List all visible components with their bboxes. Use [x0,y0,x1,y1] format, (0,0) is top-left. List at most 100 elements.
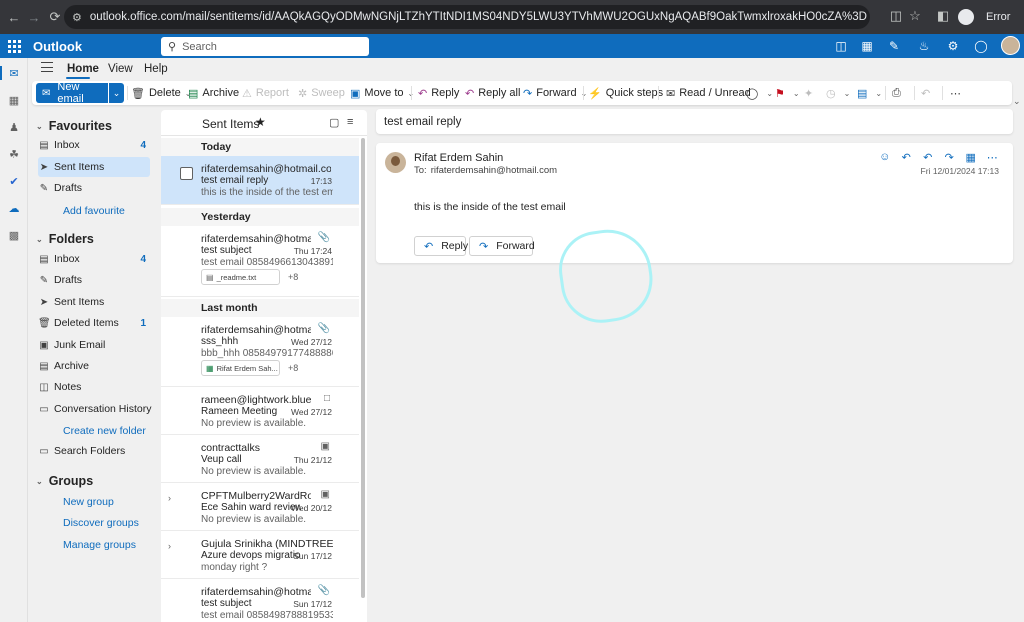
folder-sent-items[interactable]: ➤ Sent Items [38,292,150,312]
mail-item[interactable]: › CPFTMulberry2WardRounds ▣ Ece Sahin wa… [161,483,359,531]
app-launcher-icon[interactable] [6,38,22,54]
bookmark-star-icon[interactable]: ☆ [905,6,925,26]
rules-button[interactable]: ▤ ⌄ [857,85,882,101]
mail-item[interactable]: rifaterdemsahin@hotmail.co... 📎 sss_hhh … [161,317,359,387]
tab-view[interactable]: View [108,63,133,75]
favourite-sent-items[interactable]: ➤ Sent Items [38,157,150,177]
chevron-right-icon[interactable]: › [168,541,171,551]
calendar-icon[interactable]: ▦ [5,91,23,109]
chevron-down-icon[interactable]: ⌄ [875,89,882,98]
filter-icon[interactable]: ≡ [347,116,353,128]
new-group-link[interactable]: New group [63,496,114,508]
folder-inbox[interactable]: ▤ Inbox 4 [38,249,150,269]
user-avatar[interactable] [1001,36,1020,55]
todo-check-icon[interactable]: ✔ [5,172,23,190]
people-icon[interactable]: ♟ [5,118,23,136]
quick-steps-button[interactable]: ⚡ Quick steps ⌄ [588,85,674,101]
mail-item[interactable]: rifaterdemsahin@hotmail.co... 📎 test sub… [161,226,359,297]
pin-button[interactable]: ✦ [804,85,817,101]
more-apps-icon[interactable]: ▩ [5,226,23,244]
favourite-star-icon[interactable]: ★ [255,115,266,129]
search-input[interactable]: ⚲ Search [161,37,369,56]
new-email-dropdown[interactable]: ⌄ [109,83,124,103]
mail-item[interactable]: rameen@lightwork.blue □ Rameen Meeting W… [161,387,359,435]
folder-drafts[interactable]: ✎ Drafts [38,270,150,290]
ribbon-expand-chevron-icon[interactable]: ⌄ [1013,96,1021,107]
add-favourite-link[interactable]: Add favourite [63,205,125,217]
reload-icon[interactable]: ⟳ [44,6,66,28]
reply-arrow-icon[interactable]: ↶ [896,149,918,165]
chevron-down-icon[interactable]: ⌄ [844,89,851,98]
folder-archive[interactable]: ▤ Archive [38,356,150,376]
emoji-reaction-icon[interactable]: ☺ [874,149,896,165]
back-icon[interactable]: ← [3,6,25,28]
meet-now-icon[interactable]: ◫ [833,38,849,54]
select-icon[interactable]: ▢ [329,116,339,129]
message-list-scrollbar[interactable] [361,138,365,598]
read-unread-button[interactable]: ✉ Read / Unread [666,85,751,101]
sender-name[interactable]: Rifat Erdem Sahin [414,152,503,164]
app-title[interactable]: Outlook [33,39,82,54]
favourite-drafts[interactable]: ✎ Drafts [38,178,150,198]
attachment-chip[interactable]: ▤ _readme.txt [201,269,280,285]
search-folders[interactable]: ▭ Search Folders [38,441,150,461]
archive-button[interactable]: ▤ Archive [188,85,239,101]
chevron-down-icon[interactable]: ⌄ [766,89,773,98]
create-folder-link[interactable]: Create new folder [63,425,146,437]
apps-grid-icon[interactable]: ▦ [960,149,982,165]
groups-header[interactable]: ⌄ Groups [36,474,93,488]
manage-groups-link[interactable]: Manage groups [63,539,136,551]
sender-avatar[interactable] [385,152,406,173]
settings-gear-icon[interactable]: ⚙ [945,38,961,54]
reply-all-icon[interactable]: ↶ [917,149,939,165]
onedrive-cloud-icon[interactable]: ☁ [5,199,23,217]
snooze-button[interactable]: ◷ ⌄ [826,85,850,101]
new-email-button[interactable]: ✉ New email [36,81,108,105]
my-day-icon[interactable]: ✎ [886,38,902,54]
move-to-button[interactable]: ▣ Move to ⌄ [350,85,414,101]
select-checkbox[interactable] [180,167,193,180]
browser-profile-icon[interactable] [958,9,974,25]
attachment-chip[interactable]: ▦ Rifat Erdem Sah... [201,360,280,376]
undo-button[interactable]: ↶ [921,85,934,101]
chevron-right-icon[interactable]: › [168,493,171,503]
delete-button[interactable]: 🗑 Delete ⌄ [131,85,191,101]
folder-conversation-history[interactable]: ▭ Conversation History [38,399,156,419]
report-button[interactable]: ⚠ Report [242,85,289,101]
groups-icon[interactable]: ☘ [5,145,23,163]
mail-item[interactable]: › Gujula Srinikha (MINDTREE LIMIT... Azu… [161,531,359,579]
forward-icon[interactable]: → [23,6,45,28]
mail-item[interactable]: contracttalks ▣ Veup call Thu 21/12 No p… [161,435,359,483]
print-button[interactable]: ⎙ [892,85,905,101]
folder-deleted-items[interactable]: 🗑 Deleted Items 1 [38,313,150,333]
favourite-inbox[interactable]: ▤ Inbox 4 [38,135,150,155]
mail-item[interactable]: rifaterdemsahin@hotmail.co... 📎 test sub… [161,579,359,622]
hamburger-menu-icon[interactable] [41,62,53,72]
reply-button[interactable]: ↶ Reply [414,236,468,256]
flag-button[interactable]: ⚑ ⌄ [775,85,800,101]
more-options-button[interactable]: ⋯ [950,85,965,101]
forward-button[interactable]: ↷ Forward [469,236,535,256]
categorize-button[interactable]: ◯ ⌄ [746,85,773,101]
reply-button[interactable]: ↶ Reply [418,85,459,101]
side-panel-icon[interactable]: ◧ [933,6,953,26]
tab-home[interactable]: Home [67,63,99,75]
favourites-header[interactable]: ⌄ Favourites [36,119,112,133]
notifications-bell-icon[interactable]: ♨ [916,38,932,54]
tab-help[interactable]: Help [144,63,168,75]
more-attachments-count[interactable]: +8 [288,272,298,282]
mail-item[interactable]: rifaterdemsahin@hotmail.com test email r… [161,156,359,205]
folder-notes[interactable]: ◫ Notes [38,377,150,397]
mail-icon[interactable]: ✉ [5,64,23,82]
sweep-button[interactable]: ✲ Sweep [298,85,345,101]
forward-arrow-icon[interactable]: ↷ [939,149,961,165]
more-attachments-count[interactable]: +8 [288,363,298,373]
tips-lightbulb-icon[interactable]: ◯ [973,38,989,54]
reply-all-button[interactable]: ↶ Reply all [465,85,520,101]
teams-icon[interactable]: ▦ [859,38,875,54]
recipient-address[interactable]: rifaterdemsahin@hotmail.com [431,165,557,176]
install-app-icon[interactable]: ◫ [886,6,906,26]
address-bar[interactable]: ⚙ outlook.office.com/mail/sentitems/id/A… [64,5,870,29]
folders-header[interactable]: ⌄ Folders [36,232,94,246]
folder-junk-email[interactable]: ▣ Junk Email [38,335,150,355]
